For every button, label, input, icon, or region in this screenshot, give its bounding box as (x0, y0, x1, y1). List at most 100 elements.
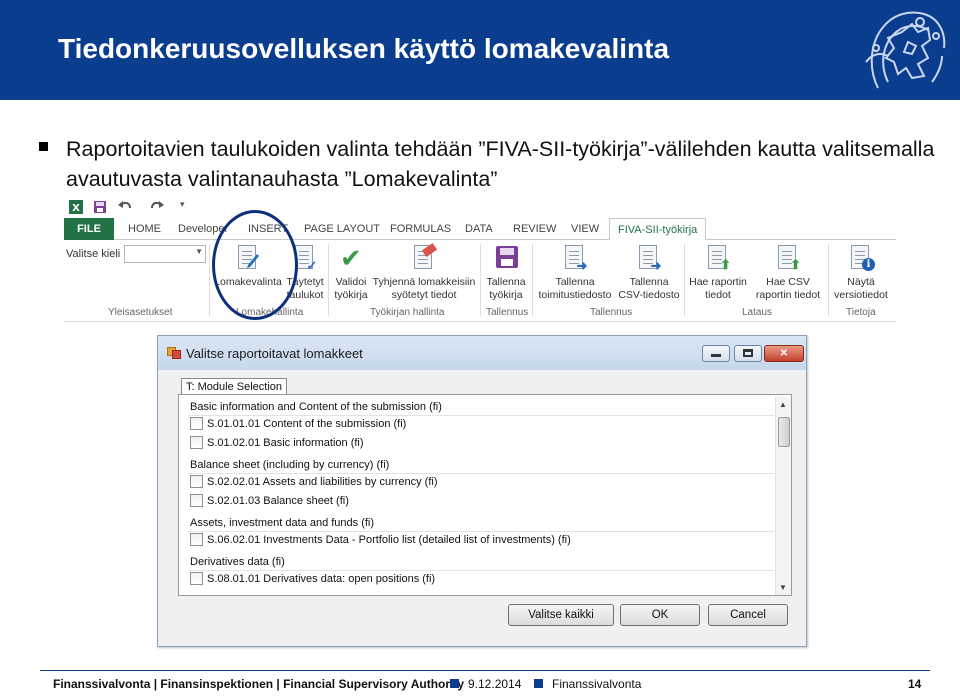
load-report-icon: ⬆ (705, 244, 731, 272)
group-label-save-1: Tallennus (486, 307, 529, 318)
minimize-button[interactable] (702, 345, 730, 362)
list-item-label: S.01.02.01 Basic information (fi) (207, 437, 364, 449)
checkbox[interactable] (190, 533, 203, 546)
checkbox[interactable] (190, 475, 203, 488)
validate-workbook-button[interactable]: ✔ Validoi työkirja (330, 244, 372, 302)
list-group-header: Assets, investment data and funds (fi) (190, 517, 375, 529)
save-csv-label-2: CSV-tiedosto (618, 289, 680, 301)
save-file-icon: ➜ (562, 244, 588, 272)
tab-formulas[interactable]: FORMULAS (390, 218, 451, 240)
dialog-title-bar[interactable]: Valitse raportoitavat lomakkeet ✕ (158, 336, 806, 370)
list-item-label: S.01.01.01 Content of the submission (fi… (207, 418, 407, 430)
app-window-icon (167, 347, 181, 359)
redo-icon[interactable] (148, 199, 166, 218)
clear-data-label-2: syötetyt tiedot (391, 289, 457, 301)
group-separator (532, 244, 533, 316)
ok-button[interactable]: OK (620, 604, 700, 626)
list-group-header: Basic information and Content of the sub… (190, 401, 442, 413)
footer-section: Finanssivalvonta (552, 677, 642, 691)
list-item[interactable]: S.02.01.03 Balance sheet (fi) (190, 493, 349, 509)
highlight-circle (212, 210, 298, 320)
language-select[interactable]: ▼ (124, 245, 206, 263)
save-workbook-button[interactable]: Tallenna työkirja (482, 244, 530, 302)
list-item[interactable]: S.06.02.01 Investments Data - Portfolio … (190, 532, 571, 548)
undo-icon[interactable] (116, 199, 134, 218)
list-item[interactable]: S.02.02.01 Assets and liabilities by cur… (190, 474, 438, 490)
module-list: Basic information and Content of the sub… (188, 399, 774, 591)
tab-file[interactable]: FILE (64, 218, 114, 240)
quick-access-toolbar: X ▾ (64, 196, 264, 218)
checkbox[interactable] (190, 417, 203, 430)
list-group-header: Balance sheet (including by currency) (f… (190, 459, 390, 471)
list-item[interactable]: S.01.02.01 Basic information (fi) (190, 435, 364, 451)
group-label-info: Tietoja (846, 307, 876, 318)
save-delivery-label-1: Tallenna (555, 276, 595, 288)
save-workbook-label-1: Tallenna (486, 276, 526, 288)
scroll-up-icon[interactable]: ▲ (779, 400, 787, 409)
excel-icon[interactable]: X (68, 199, 84, 218)
group-separator (828, 244, 829, 316)
list-item-label: S.06.02.01 Investments Data - Portfolio … (207, 534, 571, 546)
list-item[interactable]: S.08.01.01 Derivatives data: open positi… (190, 571, 435, 587)
tab-data[interactable]: DATA (465, 218, 493, 240)
select-all-button[interactable]: Valitse kaikki (508, 604, 614, 626)
group-label-general: Yleisasetukset (108, 307, 173, 318)
load-report-data-button[interactable]: ⬆ Hae raportin tiedot (686, 244, 750, 302)
module-selection-panel: Basic information and Content of the sub… (178, 394, 792, 596)
language-label: Valitse kieli (66, 248, 121, 260)
group-label-workbook-management: Työkirjan hallinta (370, 307, 445, 318)
save-icon[interactable] (92, 199, 108, 218)
tab-module-selection[interactable]: T: Module Selection (181, 378, 287, 395)
ribbon-tabs: FILE HOME Developer INSERT PAGE LAYOUT F… (64, 218, 896, 241)
close-button[interactable]: ✕ (764, 345, 804, 362)
show-version-info-button[interactable]: i Näytä versiotiedot (830, 244, 892, 302)
footer-square-icon (450, 679, 459, 688)
group-separator (480, 244, 481, 316)
select-forms-dialog: Valitse raportoitavat lomakkeet ✕ T: Mod… (157, 335, 807, 647)
lion-crest-logo (858, 2, 954, 98)
tab-view[interactable]: VIEW (571, 218, 599, 240)
tab-fiva-sii-workbook[interactable]: FIVA-SII-työkirja (609, 218, 707, 241)
customize-toolbar-icon[interactable]: ▾ (180, 199, 185, 210)
version-label-2: versiotiedot (834, 289, 888, 301)
checkbox[interactable] (190, 494, 203, 507)
tab-review[interactable]: REVIEW (513, 218, 556, 240)
scroll-thumb[interactable] (778, 417, 790, 447)
svg-text:X: X (72, 203, 80, 214)
ribbon-panel: Valitse kieli ▼ Yleisasetukset Lomakeval… (64, 240, 896, 322)
cancel-button[interactable]: Cancel (708, 604, 788, 626)
validate-label-1: Validoi (335, 276, 367, 288)
info-icon: i (848, 244, 875, 272)
checkbox[interactable] (190, 572, 203, 585)
group-separator (328, 244, 329, 316)
version-label-1: Näytä (847, 276, 875, 288)
maximize-icon (743, 349, 753, 357)
group-label-save-2: Tallennus (590, 307, 633, 318)
group-label-load: Lataus (742, 307, 773, 318)
load-csv-icon: ⬆ (775, 244, 801, 272)
list-group-header: Derivatives data (fi) (190, 556, 285, 568)
load-report-label-2: tiedot (705, 289, 731, 301)
load-csv-report-button[interactable]: ⬆ Hae CSV raportin tiedot (750, 244, 826, 302)
maximize-button[interactable] (734, 345, 762, 362)
save-delivery-file-button[interactable]: ➜ Tallenna toimitustiedosto (534, 244, 616, 302)
chevron-down-icon: ▼ (195, 247, 203, 256)
scroll-down-icon[interactable]: ▼ (779, 583, 787, 592)
footer-date: 9.12.2014 (468, 677, 522, 691)
excel-ribbon: X ▾ FILE HOME Developer INSERT PAGE LAYO… (64, 196, 896, 322)
footer-organization: Finanssivalvonta | Finansinspektionen | … (53, 677, 465, 691)
save-workbook-label-2: työkirja (489, 289, 523, 301)
vertical-scrollbar[interactable]: ▲ ▼ (775, 397, 791, 595)
list-item-label: S.02.01.03 Balance sheet (fi) (207, 495, 349, 507)
group-separator (209, 244, 210, 316)
tab-home[interactable]: HOME (128, 218, 161, 240)
list-item[interactable]: S.01.01.01 Content of the submission (fi… (190, 416, 406, 432)
slide-title: Tiedonkeruusovelluksen käyttö lomakevali… (58, 33, 670, 64)
footer-divider (40, 670, 930, 671)
save-icon (493, 244, 519, 272)
clear-data-button[interactable]: Tyhjennä lomakkeisiin syötetyt tiedot (370, 242, 478, 302)
bullet-marker (39, 142, 48, 151)
tab-page-layout[interactable]: PAGE LAYOUT (304, 218, 380, 240)
save-csv-file-button[interactable]: ➜ Tallenna CSV-tiedosto (616, 244, 682, 302)
checkbox[interactable] (190, 436, 203, 449)
